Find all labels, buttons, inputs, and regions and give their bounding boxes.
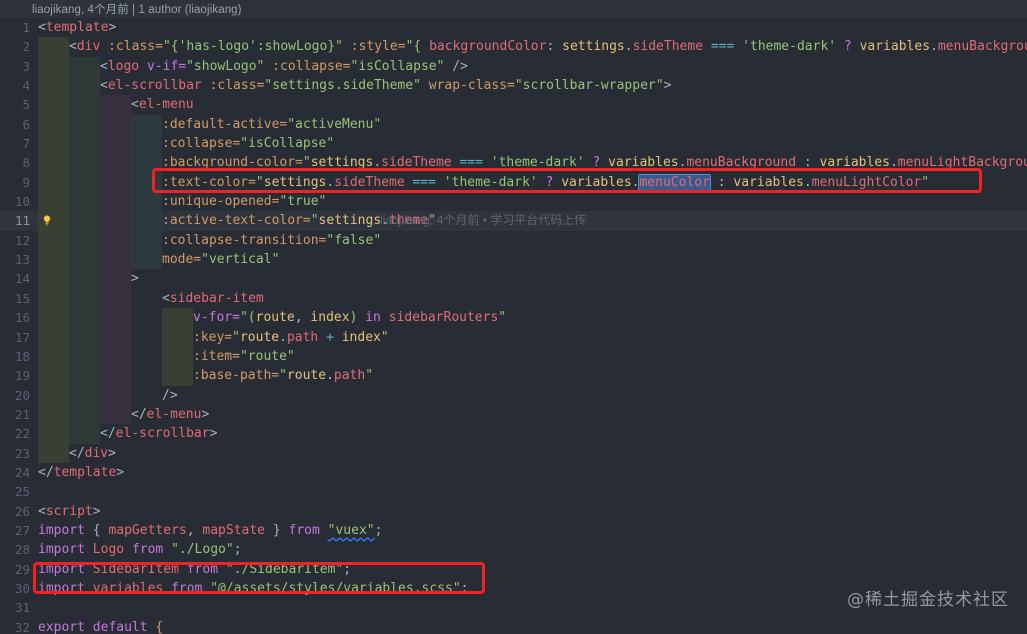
code-line[interactable]: 29 import SidebarItem from "./SidebarIte… [0, 560, 1027, 579]
code-line[interactable]: 23 </div> [0, 443, 1027, 463]
code-line[interactable]: 3 <logo v-if="showLogo" :collapse="isCol… [0, 56, 1027, 77]
line-number: 24 [14, 464, 30, 480]
line-number: 4 [22, 78, 30, 94]
code-line[interactable]: 1 <template> [0, 18, 1027, 37]
line-number: 22 [14, 426, 30, 442]
code-line[interactable]: 21 </el-menu> [0, 404, 1027, 425]
line-content: :item="route" [193, 348, 295, 364]
code-line[interactable]: 24 </template> [0, 463, 1027, 482]
inline-git-blame-annotation: liaojikang, 4个月前 • 学习平台代码上传 [380, 213, 587, 228]
line-number: 23 [14, 445, 30, 461]
line-number: 26 [14, 503, 30, 519]
line-number: 20 [14, 387, 30, 403]
code-line-active[interactable]: 11 :active-text-color="settings.theme" l… [0, 211, 1027, 232]
code-line[interactable]: 20 /> [0, 385, 1027, 405]
line-number: 9 [22, 174, 30, 190]
code-line[interactable]: 17 :key="route.path + index" [0, 327, 1027, 347]
line-content: mode="vertical" [162, 252, 280, 268]
line-number: 5 [22, 97, 30, 113]
code-line[interactable]: 13 mode="vertical" [0, 250, 1027, 270]
line-content: export default { [38, 619, 164, 634]
code-line[interactable]: 18 :item="route" [0, 346, 1027, 367]
line-number: 25 [14, 484, 30, 500]
line-number: 31 [14, 600, 30, 616]
code-line[interactable]: 32 export default { [0, 618, 1027, 634]
code-line[interactable]: 19 :base-path="route.path" [0, 366, 1027, 386]
git-blame-header: liaojikang, 4个月前 | 1 author (liaojikang) [0, 0, 1027, 18]
line-content: <sidebar-item [162, 290, 264, 306]
code-line[interactable]: 15 <sidebar-item [0, 288, 1027, 309]
line-number: 19 [14, 368, 30, 384]
line-content: <script> [38, 503, 101, 519]
line-content: </el-menu> [131, 406, 210, 422]
lightbulb-quickfix-icon[interactable] [41, 214, 53, 227]
code-line[interactable]: 16 v-for="(route, index) in sidebarRoute… [0, 308, 1027, 328]
line-content: import variables from "@/assets/styles/v… [38, 580, 469, 596]
line-content: > [131, 271, 139, 287]
line-content: </template> [38, 464, 125, 480]
line-number: 16 [14, 310, 30, 326]
code-line[interactable]: 5 <el-menu [0, 95, 1027, 115]
line-number: 28 [14, 542, 30, 558]
line-content: :collapse="isCollapse" [162, 136, 335, 152]
line-number: 8 [22, 155, 30, 171]
code-line[interactable]: 10 :unique-opened="true" [0, 192, 1027, 212]
line-content: :unique-opened="true" [162, 194, 327, 210]
line-number: 1 [22, 20, 30, 35]
code-line[interactable]: 28 import Logo from "./Logo"; [0, 540, 1027, 559]
line-number: 18 [14, 348, 30, 364]
code-line[interactable]: 2 <div :class="{'has-logo':showLogo}" :s… [0, 37, 1027, 57]
line-number: 30 [14, 580, 30, 596]
line-number: 7 [22, 136, 30, 152]
code-line[interactable]: 6 :default-active="activeMenu" [0, 114, 1027, 135]
code-line[interactable]: 7 :collapse="isCollapse" [0, 134, 1027, 154]
line-number: 14 [14, 271, 30, 287]
line-number: 32 [14, 619, 30, 634]
line-content: :key="route.path + index" [193, 329, 389, 345]
code-lines-container[interactable]: 1 <template> 2 <div :class="{'has-logo':… [0, 18, 1027, 634]
line-number: 12 [14, 232, 30, 248]
code-line[interactable]: 25 [0, 482, 1027, 501]
line-content: <el-scrollbar :class="settings.sideTheme… [100, 78, 672, 94]
line-number: 13 [14, 252, 30, 268]
line-number: 3 [22, 58, 30, 74]
line-content: import { mapGetters, mapState } from "vu… [38, 522, 383, 538]
code-line[interactable]: 9 :text-color="settings.sideTheme === 't… [0, 172, 1027, 193]
code-line[interactable]: 8 :background-color="settings.sideTheme … [0, 153, 1027, 173]
code-line[interactable]: 22 </el-scrollbar> [0, 424, 1027, 444]
line-number: 15 [14, 290, 30, 306]
selected-token-menu-color: menuColor [638, 173, 711, 191]
line-number: 27 [14, 522, 30, 538]
line-content: :default-active="activeMenu" [162, 116, 382, 132]
line-number: 21 [14, 406, 30, 422]
code-line[interactable]: 4 <el-scrollbar :class="settings.sideThe… [0, 76, 1027, 96]
line-number: 2 [22, 39, 30, 55]
code-line[interactable]: 12 :collapse-transition="false" [0, 230, 1027, 251]
code-line[interactable]: 27 import { mapGetters, mapState } from … [0, 521, 1027, 540]
code-line[interactable]: 26 <script> [0, 502, 1027, 521]
line-content: import SidebarItem from "./SidebarItem"; [38, 561, 352, 577]
line-content: <div :class="{'has-logo':showLogo}" :sty… [69, 39, 1027, 55]
line-content: import Logo from "./Logo"; [38, 542, 242, 558]
line-content: </div> [69, 445, 116, 461]
git-blame-header-text: liaojikang, 4个月前 | 1 author (liaojikang) [32, 4, 242, 16]
line-content: v-for="(route, index) in sidebarRouters" [193, 310, 507, 326]
line-content: <el-menu [131, 97, 194, 113]
code-editor[interactable]: liaojikang, 4个月前 | 1 author (liaojikang)… [0, 0, 1027, 634]
line-number: 29 [14, 561, 30, 577]
code-line[interactable]: 14 > [0, 269, 1027, 289]
line-content: </el-scrollbar> [100, 426, 218, 442]
line-content: :base-path="route.path" [193, 368, 374, 384]
line-content: <template> [38, 20, 117, 35]
line-number: 10 [14, 194, 30, 210]
watermark: @稀土掘金技术社区 [847, 590, 1009, 610]
line-content: :text-color="settings.sideTheme === 'the… [162, 173, 930, 191]
line-content: :collapse-transition="false" [162, 232, 382, 248]
line-number: 11 [14, 213, 30, 229]
line-content: :background-color="settings.sideTheme ==… [162, 155, 1027, 171]
line-content: <logo v-if="showLogo" :collapse="isColla… [100, 58, 468, 74]
line-content: /> [162, 387, 178, 403]
line-number: 17 [14, 329, 30, 345]
line-number: 6 [22, 116, 30, 132]
